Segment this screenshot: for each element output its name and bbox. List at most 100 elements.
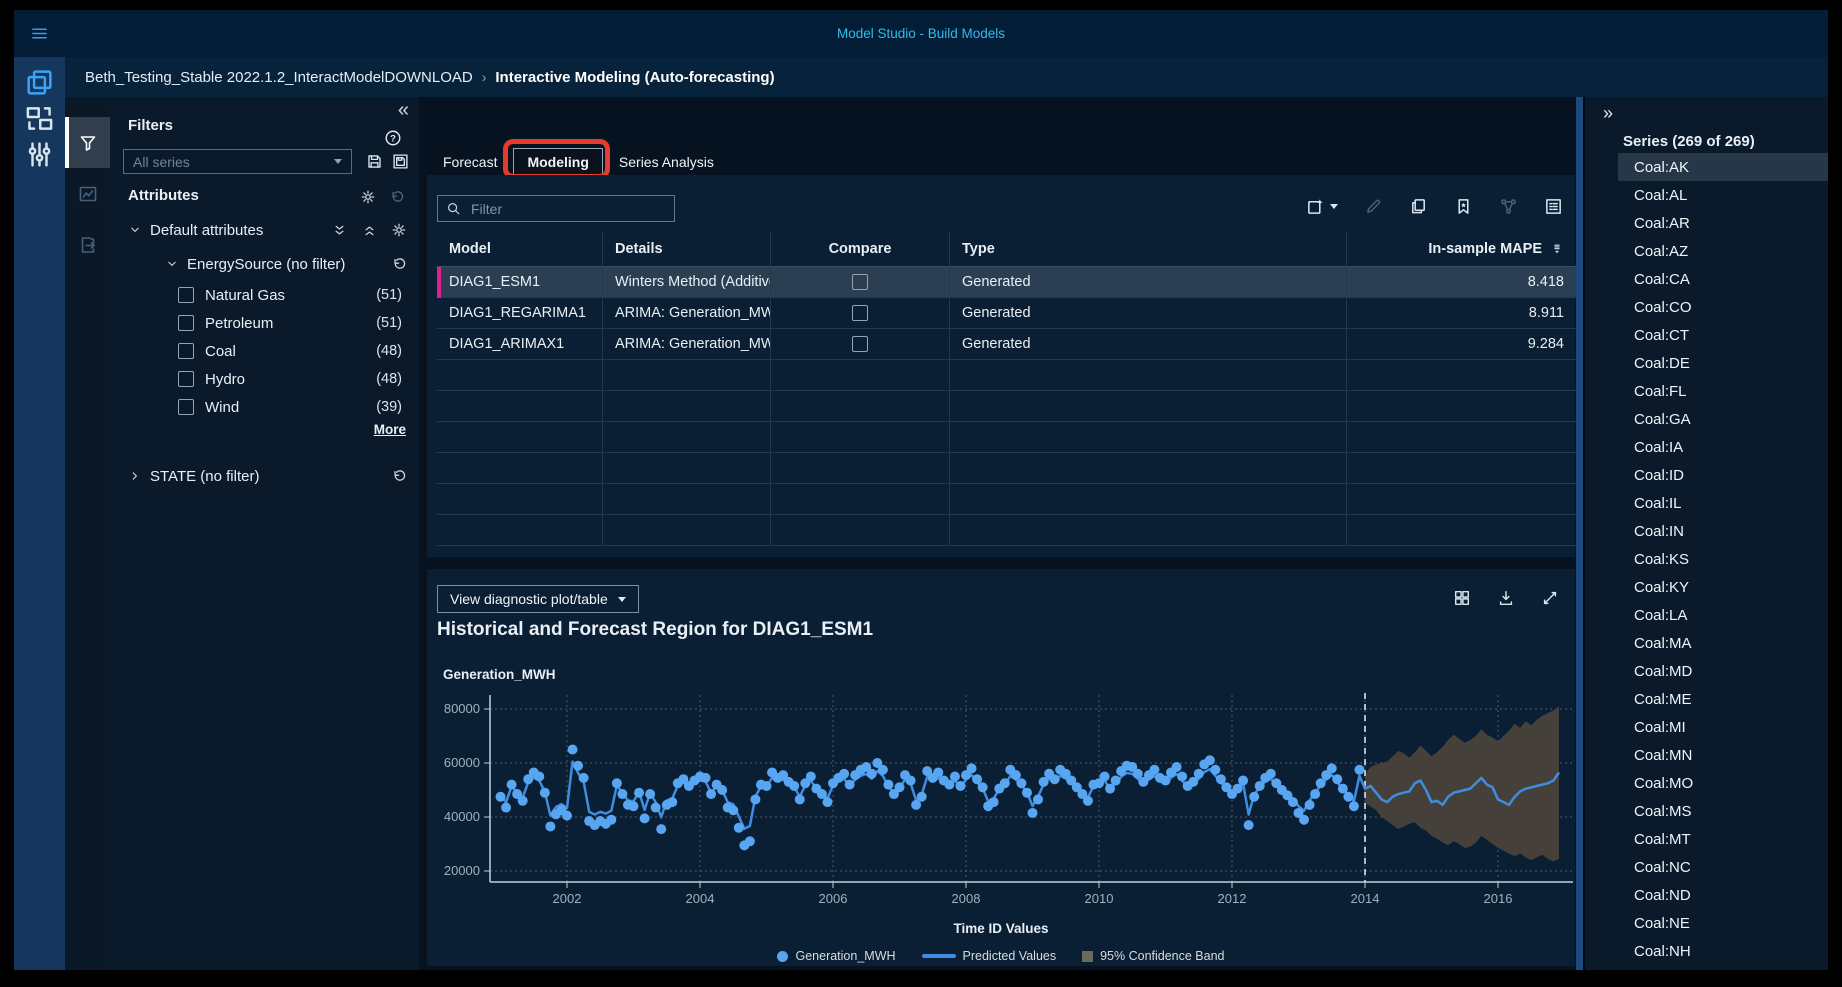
compare-checkbox[interactable] [852,305,868,321]
series-item[interactable]: Coal:ND [1618,881,1828,909]
edit-icon[interactable] [1364,197,1383,216]
column-header[interactable]: In-sample MAPE [1347,232,1577,267]
series-item[interactable]: Coal:AR [1618,209,1828,237]
pipeline-settings-icon[interactable] [14,139,65,170]
series-item[interactable]: Coal:IA [1618,433,1828,461]
pages-icon[interactable] [14,67,65,98]
series-item[interactable]: Coal:NE [1618,909,1828,937]
chevron-down-icon [128,223,142,237]
maximize-icon[interactable] [1541,589,1559,607]
view-diagnostic-button[interactable]: View diagnostic plot/table [437,585,639,613]
series-item[interactable]: Coal:AZ [1618,237,1828,265]
download-icon[interactable] [1497,589,1515,607]
value-checkbox[interactable] [178,315,194,331]
value-count: (51) [376,287,402,303]
more-link[interactable]: More [374,422,406,437]
tab-modeling[interactable]: Modeling [513,148,602,176]
series-item[interactable]: Coal:KS [1618,545,1828,573]
series-item[interactable]: Coal:AL [1618,181,1828,209]
column-header[interactable]: Model [437,232,603,267]
value-checkbox[interactable] [178,399,194,415]
table-row[interactable]: DIAG1_ESM1Winters Method (Additive)Gener… [437,267,1577,298]
state-node[interactable]: STATE (no filter) [110,461,419,491]
default-attributes-node[interactable]: Default attributes [110,213,419,247]
series-item[interactable]: Coal:ME [1618,685,1828,713]
table-row[interactable]: DIAG1_ARIMAX1ARIMA: Generation_MWH ...Ge… [437,329,1577,360]
caret-down-icon [1330,204,1338,209]
scrollbar[interactable] [1576,97,1583,970]
series-filter-select[interactable]: All series [123,149,352,174]
series-item[interactable]: Coal:CT [1618,321,1828,349]
energysource-reset-icon[interactable] [391,256,407,272]
series-panel: » Series (269 of 269) Coal:AKCoal:ALCoal… [1583,97,1828,970]
value-checkbox[interactable] [178,371,194,387]
series-item[interactable]: Coal:AK [1618,153,1828,181]
value-checkbox[interactable] [178,287,194,303]
compare-checkbox[interactable] [852,274,868,290]
series-item[interactable]: Coal:MN [1618,741,1828,769]
series-item[interactable]: Coal:GA [1618,405,1828,433]
series-item[interactable]: Coal:FL [1618,377,1828,405]
table-row[interactable]: DIAG1_REGARIMA1ARIMA: Generation_MWH ...… [437,298,1577,329]
column-header[interactable]: Compare [771,232,950,267]
series-item[interactable]: Coal:MO [1618,769,1828,797]
help-icon[interactable]: ? [384,129,402,147]
series-item[interactable]: Coal:MA [1618,629,1828,657]
compare-checkbox[interactable] [852,336,868,352]
series-item[interactable]: Coal:CA [1618,265,1828,293]
attributes-settings-icon[interactable] [360,189,376,205]
series-item[interactable]: Coal:CO [1618,293,1828,321]
series-item[interactable]: Coal:LA [1618,601,1828,629]
swap-icon[interactable] [14,103,65,134]
pipeline-icon[interactable] [1499,197,1518,216]
scatter-points [496,745,1365,851]
bookmark-icon[interactable] [1454,197,1473,216]
save-filter-set-icon[interactable] [392,153,409,170]
series-item[interactable]: Coal:MT [1618,825,1828,853]
legend-item-scatter: Generation_MWH [777,949,895,963]
save-filter-icon[interactable] [366,153,383,170]
properties-icon[interactable] [1544,197,1563,216]
svg-text:80000: 80000 [444,701,480,716]
series-item[interactable]: Coal:MS [1618,797,1828,825]
attribute-values: Natural Gas(51)Petroleum(51)Coal(48)Hydr… [110,281,419,421]
chart-tool-icon[interactable] [78,184,98,204]
series-item[interactable]: Coal:IN [1618,517,1828,545]
new-model-button[interactable] [1306,197,1338,216]
value-checkbox[interactable] [178,343,194,359]
attributes-reset-icon[interactable] [389,189,405,205]
series-item[interactable]: Coal:MI [1618,713,1828,741]
filter-value-row: Wind(39) [110,393,419,421]
cell-type: Generated [950,298,1347,329]
copy-icon[interactable] [1409,197,1428,216]
tab-forecast[interactable]: Forecast [443,154,497,170]
filters-title: Filters [128,117,173,134]
collapse-right-icon[interactable]: » [1603,103,1613,124]
filter-tool-icon[interactable] [78,133,98,153]
series-item[interactable]: Coal:KY [1618,573,1828,601]
export-tool-icon[interactable] [78,235,98,255]
series-item[interactable]: Coal:ID [1618,461,1828,489]
filter-value-row: Natural Gas(51) [110,281,419,309]
column-header[interactable]: Type [950,232,1347,267]
series-item[interactable]: Coal:MD [1618,657,1828,685]
y-axis-title: Generation_MWH [443,667,556,682]
sort-icon[interactable] [1550,242,1564,256]
tab-series-analysis[interactable]: Series Analysis [619,154,714,170]
collapse-all-icon[interactable] [362,223,377,238]
series-item[interactable]: Coal:NH [1618,937,1828,965]
series-item[interactable]: Coal:NC [1618,853,1828,881]
series-item[interactable]: Coal:IL [1618,489,1828,517]
cell-details: ARIMA: Generation_MWH ... [603,329,771,360]
column-header[interactable]: Details [603,232,771,267]
breadcrumb-project[interactable]: Beth_Testing_Stable 2022.1.2_InteractMod… [85,69,473,86]
cell-details: Winters Method (Additive) [603,267,771,298]
expand-all-icon[interactable] [332,223,347,238]
grid-view-icon[interactable] [1453,589,1471,607]
series-item[interactable]: Coal:DE [1618,349,1828,377]
node-settings-icon[interactable] [391,222,407,238]
model-filter-input[interactable] [469,200,666,218]
collapse-left-icon[interactable]: « [398,99,409,122]
energysource-node[interactable]: EnergySource (no filter) [110,247,419,281]
state-reset-icon[interactable] [391,468,407,484]
